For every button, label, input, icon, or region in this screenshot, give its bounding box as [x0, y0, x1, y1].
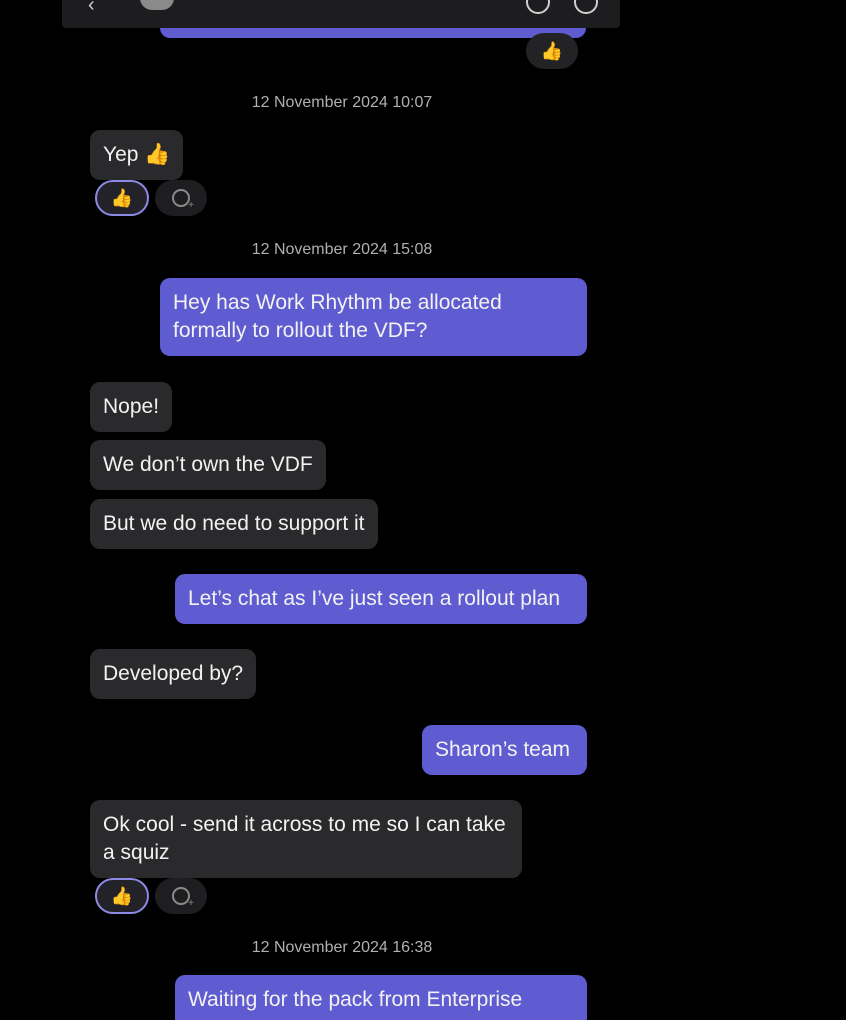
message-text: We don’t own the VDF [103, 453, 313, 476]
call-icon[interactable] [526, 0, 550, 14]
message-text: Ok cool - send it across to me so I can … [103, 813, 506, 864]
message-bubble-previous[interactable] [160, 28, 586, 38]
info-icon[interactable] [574, 0, 598, 14]
message-bubble-incoming[interactable]: Yep 👍 [90, 130, 184, 180]
thumbs-up-icon: 👍 [110, 885, 134, 906]
header-actions [526, 0, 598, 14]
message-text: Waiting for the pack from Enterprise [188, 988, 523, 1011]
thumbs-up-icon: 👍 [540, 40, 564, 61]
reaction-chip-selected[interactable]: 👍 [95, 878, 149, 914]
message-bubble-incoming[interactable]: But we do need to support it [90, 499, 378, 549]
message-bubble-outgoing[interactable]: Sharon’s team [422, 725, 587, 775]
reaction-chip-selected[interactable]: 👍 [95, 180, 149, 216]
message-bubble-incoming[interactable]: Developed by? [90, 649, 257, 699]
reaction-chip[interactable]: 👍 [526, 33, 578, 69]
timestamp: 12 November 2024 16:38 [251, 939, 433, 956]
back-arrow-icon[interactable]: ‹ [88, 0, 95, 17]
message-bubble-outgoing[interactable]: Let’s chat as I’ve just seen a rollout p… [175, 574, 587, 624]
add-reaction-button[interactable] [155, 878, 207, 914]
timestamp: 12 November 2024 15:08 [251, 241, 433, 258]
message-bubble-outgoing[interactable]: Waiting for the pack from Enterprise [175, 975, 587, 1020]
add-reaction-icon [172, 189, 194, 211]
message-bubble-incoming[interactable]: Ok cool - send it across to me so I can … [90, 800, 522, 878]
add-reaction-icon [172, 887, 194, 909]
timestamp: 12 November 2024 10:07 [251, 94, 433, 111]
message-text: But we do need to support it [103, 512, 365, 535]
message-bubble-outgoing[interactable]: Hey has Work Rhythm be allocated formall… [160, 278, 587, 356]
message-text: Sharon’s team [435, 738, 571, 761]
message-bubble-incoming[interactable]: We don’t own the VDF [90, 440, 326, 490]
message-bubble-incoming[interactable]: Nope! [90, 382, 173, 432]
message-text: Developed by? [103, 662, 244, 685]
thumbs-up-icon: 👍 [110, 187, 134, 208]
add-reaction-button[interactable] [155, 180, 207, 216]
avatar[interactable] [140, 0, 174, 10]
message-text: Let’s chat as I’ve just seen a rollout p… [188, 587, 561, 610]
message-text: Nope! [103, 395, 160, 418]
message-text: Hey has Work Rhythm be allocated formall… [173, 291, 502, 342]
chat-screen: ‹ 👍 12 November 2024 10:07 Yep 👍 👍 12 No… [0, 0, 846, 1020]
chat-header: ‹ [62, 0, 620, 28]
message-text: Yep 👍 [103, 143, 171, 166]
